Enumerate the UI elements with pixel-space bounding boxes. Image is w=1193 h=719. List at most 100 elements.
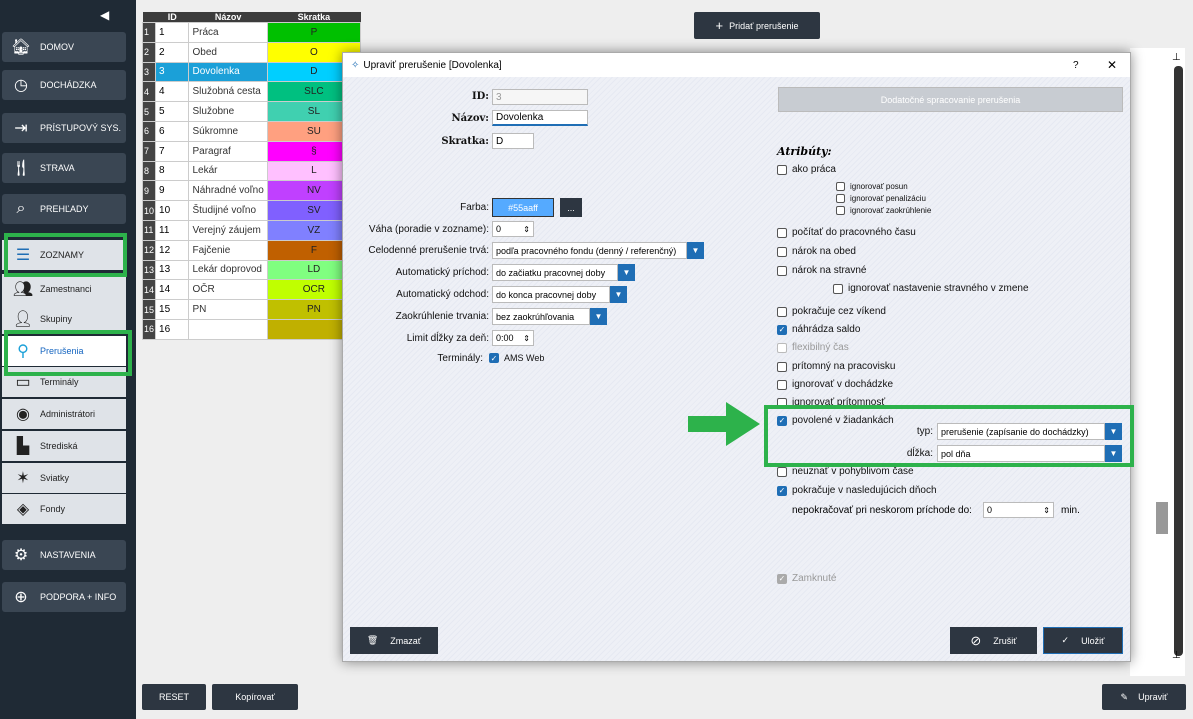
save-button[interactable]: ✓ Uložiť [1043,627,1123,654]
scrollbar[interactable] [1174,66,1183,656]
length-select[interactable]: pol dňa ▼ [937,445,1122,462]
table-row[interactable]: 10 10 Študijné voľno SV [141,200,362,221]
pritomny-checkbox[interactable]: prítomný na pracovisku [777,361,895,372]
ign-penal-checkbox[interactable]: ignorovať penalizáciu [836,194,926,203]
weight-spinner[interactable]: 0 ⇕ [492,221,534,237]
color-picker-button[interactable]: ... [560,198,582,217]
ign-posun-checkbox[interactable]: ignorovať posun [836,182,908,191]
table-row[interactable]: 11 11 Verejný záujem VZ [141,219,362,241]
collapse-sidebar-icon[interactable]: ◀ [100,8,109,22]
nasled-checkbox[interactable]: ✓ pokračuje v nasledujúcich dňoch [777,485,937,496]
col-abbr-header[interactable]: Skratka [267,12,361,23]
auto-out-select[interactable]: do konca pracovnej doby ▼ [492,286,627,303]
row-id[interactable]: 2 [155,41,190,63]
color-swatch[interactable]: #55aaff [492,198,554,217]
sidebar-item-zoznamy[interactable]: ☰ ZOZNAMY [2,240,126,270]
col-name-header[interactable]: Názov [188,12,268,23]
abbr-input[interactable]: D [492,133,534,149]
row-name[interactable]: Lekár [188,160,268,182]
table-row[interactable]: 3 3 Dovolenka D [141,61,362,83]
row-id[interactable]: 16 [155,318,190,340]
povolene-checkbox[interactable]: ✓ povolené v žiadankách [777,415,894,426]
ako-praca-checkbox[interactable]: ako práca [777,164,836,175]
sidebar-item-strava[interactable]: 🍴︎ STRAVA [2,153,126,183]
vikend-checkbox[interactable]: pokračuje cez víkend [777,306,886,317]
row-id[interactable]: 7 [155,140,190,162]
add-interruption-button[interactable]: + Pridať prerušenie [694,12,820,39]
row-id[interactable]: 6 [155,120,190,142]
row-id[interactable]: 10 [155,200,190,221]
row-name[interactable]: Dovolenka [188,61,268,83]
row-id[interactable]: 13 [155,259,190,281]
spinner-arrows-icon[interactable]: ⇕ [523,334,530,343]
sidebar-item-podpora[interactable]: ⊕ PODPORA + INFO [2,582,126,612]
table-row[interactable]: 5 5 Služobne SL [141,101,362,122]
table-row[interactable]: 1 1 Práca P [141,22,362,43]
chevron-down-icon[interactable]: ▼ [590,308,607,325]
row-name[interactable]: Služobná cesta [188,81,268,103]
table-row[interactable]: 4 4 Služobná cesta SLC [141,81,362,103]
col-id-header[interactable]: ID [155,12,189,23]
auto-in-select[interactable]: do začiatku pracovnej doby ▼ [492,264,635,281]
row-name[interactable]: Obed [188,41,268,63]
fullday-select[interactable]: podľa pracovného fondu (denný / referenč… [492,242,704,259]
row-id[interactable]: 5 [155,101,190,122]
row-id[interactable]: 3 [155,61,190,83]
sidebar-item-terminaly[interactable]: ▭ Terminály [2,367,126,397]
sidebar-item-pristupovy[interactable]: ⇥ PRÍSTUPOVÝ SYS. [2,113,126,143]
row-id[interactable]: 1 [155,22,190,43]
spinner-arrows-icon[interactable]: ⇕ [1043,506,1050,515]
scroll-up-icon[interactable]: ⊥ [1172,52,1181,63]
copy-button[interactable]: Kopírovať [212,684,298,710]
ign-prit-checkbox[interactable]: ignorovať prítomnosť [777,397,885,408]
terminal-ams-checkbox[interactable]: ✓ AMS Web [489,353,544,363]
row-name[interactable]: PN [188,299,268,320]
edit-button[interactable]: ✎ Upraviť [1102,684,1186,710]
table-row[interactable]: 13 13 Lekár doprovod LD [141,259,362,281]
row-id[interactable]: 4 [155,81,190,103]
scroll-down-icon[interactable]: ⊥ [1172,650,1181,661]
sidebar-item-nastavenia[interactable]: ⚙ NASTAVENIA [2,540,126,570]
limit-spinner[interactable]: 0:00 ⇕ [492,330,534,346]
sidebar-item-fondy[interactable]: ◈ Fondy [2,494,126,524]
cancel-button[interactable]: ⊘ Zrušiť [950,627,1037,654]
type-select[interactable]: prerušenie (zapísanie do dochádzky) ▼ [937,423,1122,440]
help-button[interactable]: ? [1073,60,1079,71]
name-input[interactable]: Dovolenka [492,110,588,126]
chevron-down-icon[interactable]: ▼ [687,242,704,259]
round-select[interactable]: bez zaokrúhľovania ▼ [492,308,607,325]
pocitat-checkbox[interactable]: počítať do pracovného času [777,227,916,238]
chevron-down-icon[interactable]: ▼ [1105,445,1122,462]
reset-button[interactable]: RESET [142,684,206,710]
table-row[interactable]: 15 15 PN PN [141,299,362,320]
table-row[interactable]: 8 8 Lekár L [141,160,362,182]
sidebar-item-prehlady[interactable]: ⌕ PREHĽADY [2,194,126,224]
row-id[interactable]: 11 [155,219,190,241]
ign-zaokr-checkbox[interactable]: ignorovať zaokrúhlenie [836,206,931,215]
table-row[interactable]: 12 12 Fajčenie F [141,239,362,261]
late-spinner[interactable]: 0 ⇕ [983,502,1054,518]
table-row[interactable]: 16 16 [141,318,362,340]
table-row[interactable]: 14 14 OČR OCR [141,279,362,301]
obed-checkbox[interactable]: nárok na obed [777,246,856,257]
row-name[interactable]: Práca [188,22,268,43]
table-row[interactable]: 6 6 Súkromne SU [141,120,362,142]
saldo-checkbox[interactable]: ✓ náhrádza saldo [777,324,860,335]
neuznat-checkbox[interactable]: neuznať v pohyblivom čase [777,466,914,477]
row-id[interactable]: 15 [155,299,190,320]
sidebar-item-prerusenia[interactable]: ⚲ Prerušenia [2,336,126,366]
close-icon[interactable]: ✕ [1107,58,1117,72]
stravne-checkbox[interactable]: nárok na stravné [777,265,867,276]
sidebar-item-strediska[interactable]: ▙ Strediská [2,431,126,461]
row-name[interactable]: Služobne [188,101,268,122]
row-id[interactable]: 12 [155,239,190,261]
table-row[interactable]: 2 2 Obed O [141,41,362,63]
row-id[interactable]: 8 [155,160,190,182]
row-name[interactable]: Fajčenie [188,239,268,261]
row-name[interactable]: Študijné voľno [188,200,268,221]
table-row[interactable]: 9 9 Náhradné voľno NV [141,180,362,202]
table-row[interactable]: 7 7 Paragraf § [141,140,362,162]
extra-processing-button[interactable]: Dodatočné spracovanie prerušenia [778,87,1123,112]
row-abbr[interactable]: P [266,22,362,43]
row-name[interactable] [188,318,268,340]
